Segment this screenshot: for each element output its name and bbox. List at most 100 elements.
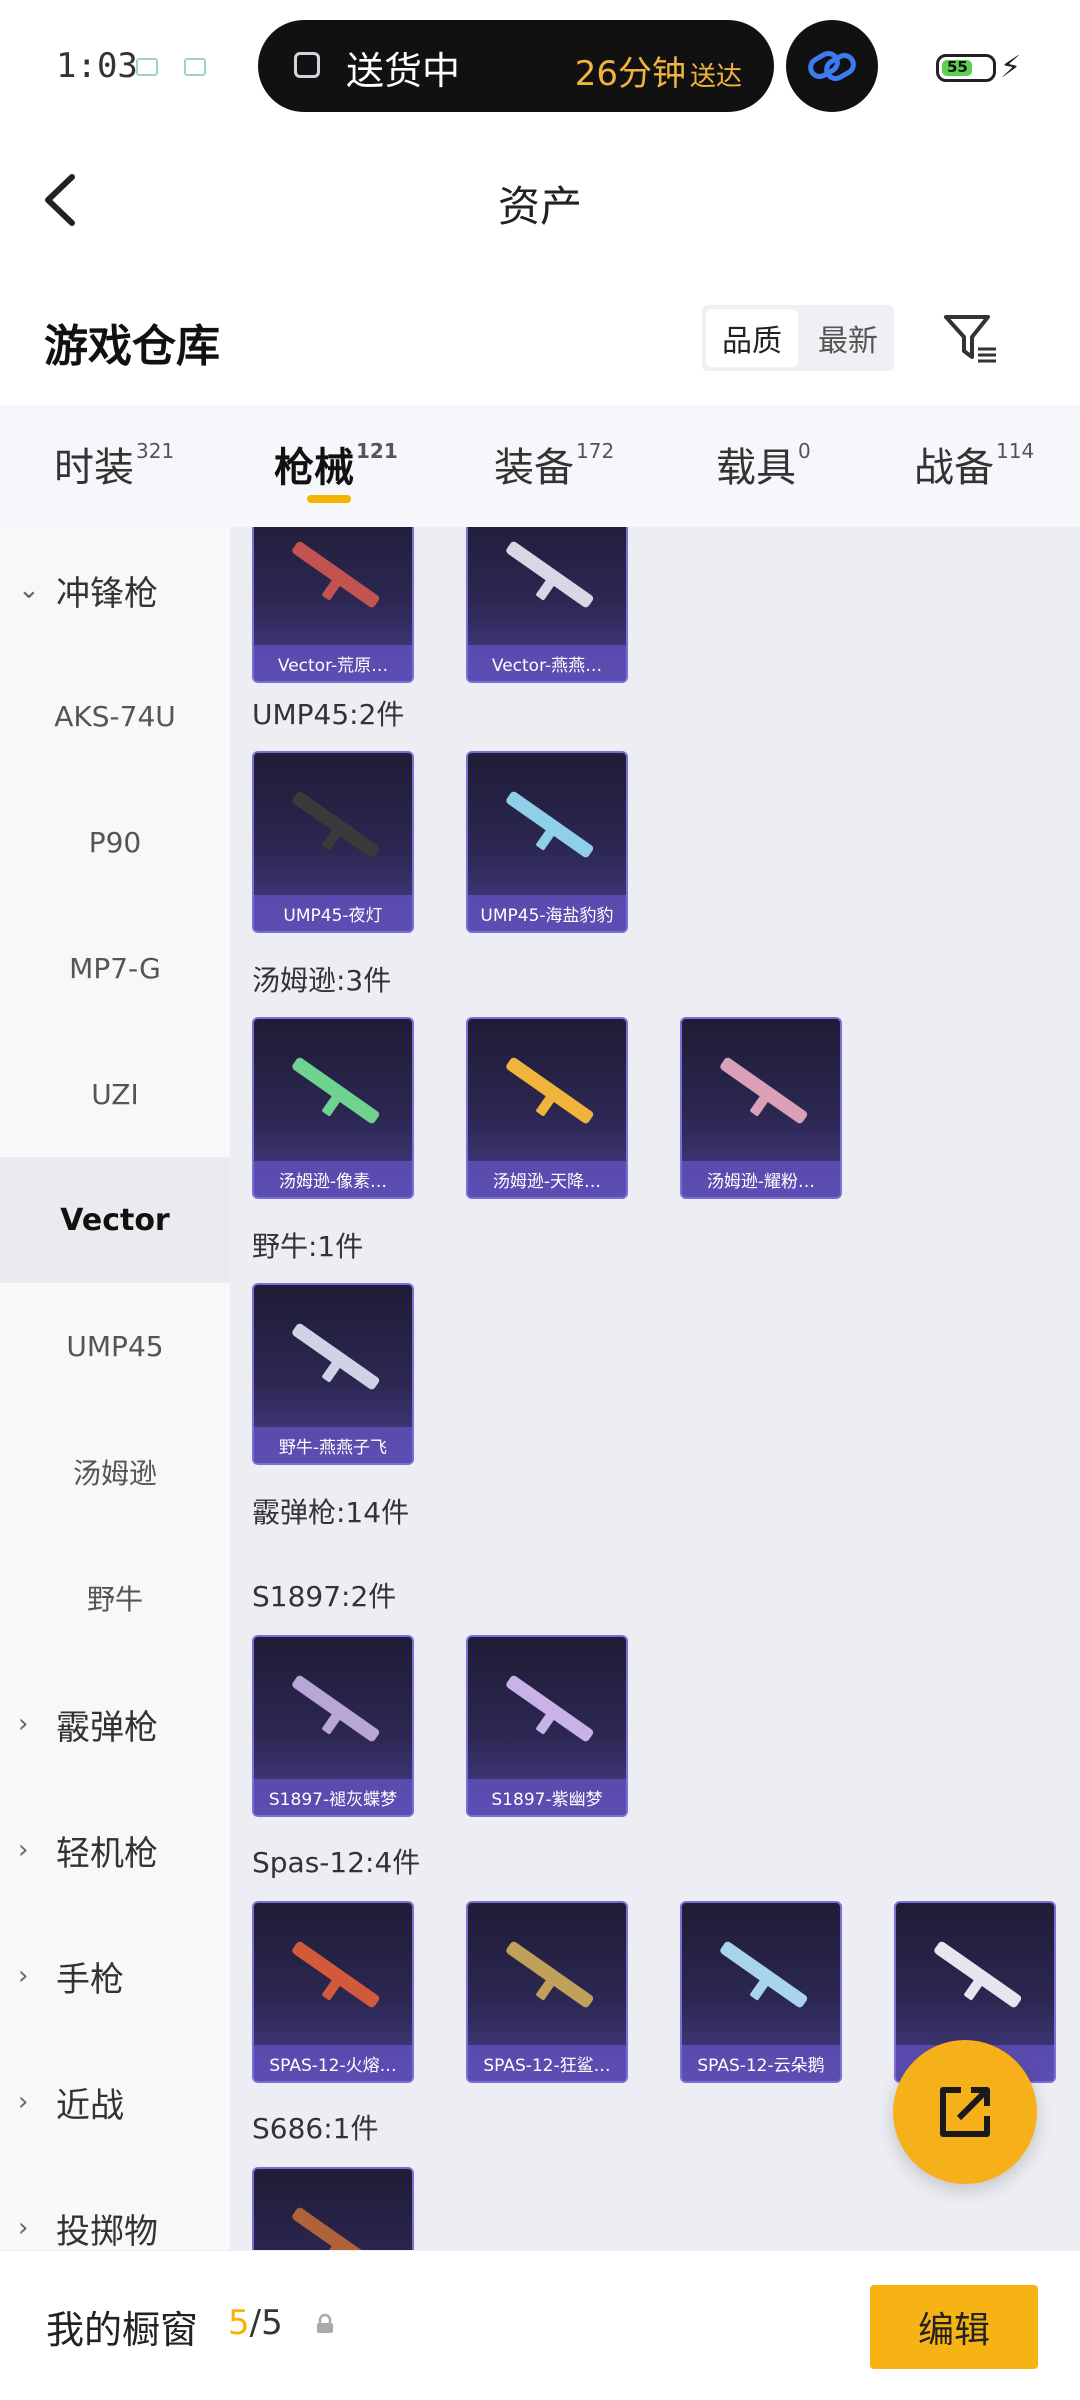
tab-firearms[interactable]: 枪械 121: [274, 435, 398, 493]
delivery-status: 送货中: [346, 49, 461, 93]
weapon-card[interactable]: SPAS-12-狂鲨…: [466, 1901, 628, 2083]
delivery-eta-suffix: 送达: [689, 62, 742, 92]
tab-count: 114: [996, 439, 1035, 463]
edit-button[interactable]: 编辑: [870, 2285, 1038, 2369]
category-tabs: 时装 321 枪械 121 装备 172 载具 0 战备 114: [0, 405, 1080, 527]
weapon-grid: UMP45:2件 汤姆逊:3件 野牛:1件 霰弹枪:14件 S1897:2件 S…: [230, 527, 1080, 2250]
sidebar-item-ump45[interactable]: UMP45: [0, 1283, 230, 1409]
weapon-thumbnail-icon: [506, 1675, 594, 1742]
delivery-icon: [294, 52, 320, 78]
tab-count: 121: [356, 439, 398, 463]
group-label-bizon: 野牛:1件: [252, 1230, 364, 1263]
weapon-card[interactable]: Vector-荒原…: [252, 527, 414, 683]
weapon-card-label: Vector-荒原…: [254, 645, 412, 681]
weapon-card[interactable]: 汤姆逊-耀粉…: [680, 1017, 842, 1199]
chevron-right-icon: ›: [18, 1709, 29, 1739]
tab-label: 时装: [54, 445, 134, 491]
filter-button[interactable]: [940, 309, 1000, 369]
weapon-thumbnail-icon: [292, 1057, 380, 1124]
link-bubble[interactable]: [786, 20, 878, 112]
weapon-thumbnail-icon: [292, 1323, 380, 1390]
sidebar-item-mp7g[interactable]: MP7-G: [0, 905, 230, 1031]
weapon-thumbnail-icon: [720, 1941, 808, 2008]
tab-supplies[interactable]: 战备 114: [914, 435, 1034, 493]
weapon-card[interactable]: UMP45-海盐豹豹: [466, 751, 628, 933]
weapon-thumbnail-icon: [506, 791, 594, 858]
status-time: 1:03: [56, 46, 138, 86]
weapon-card-label: SPAS-12-火熔…: [254, 2045, 412, 2081]
weapon-card-label: Vector-燕燕…: [468, 645, 626, 681]
battery-level: 55: [947, 58, 968, 76]
tab-count: 0: [798, 439, 811, 463]
sidebar-item-p90[interactable]: P90: [0, 779, 230, 905]
weapon-thumbnail-icon: [506, 541, 594, 608]
tab-label: 战备: [914, 445, 994, 491]
weapon-card[interactable]: S1897-褪灰蝶梦: [252, 1635, 414, 1817]
weapon-card[interactable]: UMP45-夜灯: [252, 751, 414, 933]
weapon-card-label: 汤姆逊-像素…: [254, 1161, 412, 1197]
tab-equipment[interactable]: 装备 172: [494, 435, 614, 493]
weapon-card[interactable]: 汤姆逊-天降…: [466, 1017, 628, 1199]
link-icon: [808, 51, 856, 81]
showcase-count-current: 5: [228, 2303, 250, 2343]
sidebar-item-thompson[interactable]: 汤姆逊: [0, 1409, 230, 1535]
weapon-card-label: UMP45-海盐豹豹: [468, 895, 626, 931]
sidebar-item-shotgun[interactable]: › 霰弹枪: [0, 1661, 230, 1787]
sidebar-item-pistol[interactable]: › 手枪: [0, 1913, 230, 2039]
weapon-card-label: 野牛-燕燕子飞: [254, 1427, 412, 1463]
chevron-right-icon: ›: [18, 1835, 29, 1865]
sidebar-item-label: 投掷物: [56, 2211, 158, 2251]
weapon-thumbnail-icon: [506, 1941, 594, 2008]
weapon-thumbnail-icon: [292, 791, 380, 858]
weapon-card[interactable]: S1897-紫幽梦: [466, 1635, 628, 1817]
weapon-category-sidebar: ⌄ 冲锋枪 AKS-74U P90 MP7-G UZI Vector UMP45…: [0, 527, 230, 2250]
weapon-card[interactable]: Vector-燕燕…: [466, 527, 628, 683]
tab-label: 装备: [494, 445, 574, 491]
section-title: 游戏仓库: [44, 321, 220, 372]
weapon-card-label: S1897-紫幽梦: [468, 1779, 626, 1815]
weapon-thumbnail-icon: [292, 2207, 380, 2250]
tab-vehicles[interactable]: 载具 0: [716, 435, 811, 493]
sidebar-item-label: 轻机枪: [56, 1833, 158, 1874]
sidebar-item-smg[interactable]: ⌄ 冲锋枪: [0, 527, 230, 653]
delivery-eta-time: 26分钟: [574, 54, 686, 94]
tab-fashion[interactable]: 时装 321: [54, 435, 174, 493]
sidebar-item-lmg[interactable]: › 轻机枪: [0, 1787, 230, 1913]
sidebar-item-melee[interactable]: › 近战: [0, 2039, 230, 2165]
sidebar-item-aks74u[interactable]: AKS-74U: [0, 653, 230, 779]
chevron-right-icon: ›: [18, 2087, 29, 2117]
sidebar-item-label: 近战: [56, 2085, 124, 2126]
group-label-thompson: 汤姆逊:3件: [252, 964, 392, 997]
tab-label: 载具: [716, 445, 796, 491]
sort-by-newest[interactable]: 最新: [802, 305, 894, 371]
showcase-bar: 我的橱窗 5/5 编辑: [0, 2250, 1080, 2400]
weapon-card[interactable]: 野牛-燕燕子飞: [252, 1283, 414, 1465]
page-header: 资产: [0, 135, 1080, 265]
sidebar-item-vector[interactable]: Vector: [0, 1157, 230, 1283]
weapon-card[interactable]: [252, 2167, 414, 2250]
section-row: 游戏仓库 品质 最新: [0, 265, 1080, 405]
battery-icon: 55: [936, 54, 996, 82]
weapon-card[interactable]: SPAS-12-云朵鹅: [680, 1901, 842, 2083]
weapon-card[interactable]: SPAS-12-火熔…: [252, 1901, 414, 2083]
group-label-ump45: UMP45:2件: [252, 698, 405, 731]
weapon-card[interactable]: 汤姆逊-像素…: [252, 1017, 414, 1199]
sort-by-quality[interactable]: 品质: [706, 309, 798, 367]
group-label-s686: S686:1件: [252, 2112, 379, 2145]
tab-active-indicator: [307, 495, 351, 503]
sidebar-item-label: 冲锋枪: [56, 573, 158, 614]
delivery-eta: 26分钟 送达: [575, 46, 742, 95]
weapon-thumbnail-icon: [934, 1941, 1022, 2008]
showcase-count: 5/5: [228, 2303, 283, 2343]
chevron-right-icon: ›: [18, 1961, 29, 1991]
weapon-thumbnail-icon: [720, 1057, 808, 1124]
sidebar-item-label: 手枪: [56, 1959, 124, 2000]
sidebar-item-throwable[interactable]: › 投掷物: [0, 2165, 230, 2251]
delivery-live-activity[interactable]: 送货中 26分钟 送达: [258, 20, 774, 112]
share-external-icon: [940, 2087, 990, 2137]
share-button[interactable]: [893, 2040, 1037, 2184]
sidebar-item-bizon[interactable]: 野牛: [0, 1535, 230, 1661]
chevron-right-icon: ›: [18, 2213, 29, 2243]
weapon-thumbnail-icon: [292, 541, 380, 608]
sidebar-item-uzi[interactable]: UZI: [0, 1031, 230, 1157]
